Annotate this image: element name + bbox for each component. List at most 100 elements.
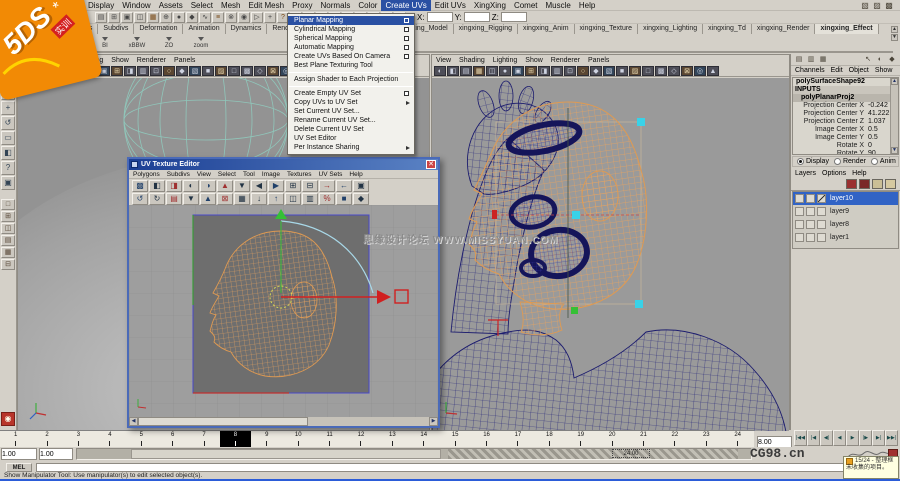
layout-button-icon[interactable]: ▤ [1,235,15,246]
layer-playback-toggle[interactable] [806,207,815,216]
channel-attribute-row[interactable]: Projection Center Y 41.222 [793,110,898,118]
channel-box-menu-item[interactable]: Show [875,67,893,74]
dropdown-menu-item[interactable]: Create UVs Based On Camera [288,52,414,61]
layer-row[interactable]: layer8 [793,218,898,231]
status-line-icon[interactable]: ▣ [121,11,133,23]
panel-menu-item[interactable]: Panels [174,57,195,64]
uv-toolbar-icon[interactable]: ◀ [251,179,267,192]
layer-editor-menu-item[interactable]: Help [852,170,866,177]
uv-editor-menu-item[interactable]: View [197,171,211,178]
menu-item[interactable]: Edit UVs [431,0,470,11]
uv-toolbar-icon[interactable]: ▦ [234,192,250,205]
panel-layout-icon[interactable]: ▤ [794,55,804,64]
viewport-toolbar-icon[interactable]: ○ [577,65,589,76]
uv-toolbar-icon[interactable]: ◑ [200,179,216,192]
frame-cell[interactable]: 5 [126,431,157,447]
dropdown-menu-item[interactable]: Per Instance Sharing [288,143,414,152]
frame-cell[interactable]: 1 [0,431,31,447]
viewport-toolbar-icon[interactable]: □ [642,65,654,76]
dropdown-menu-item[interactable]: Copy UVs to UV Set [288,98,414,107]
layer-mode-radio[interactable]: Display [797,158,829,165]
menu-item[interactable]: Proxy [288,0,316,11]
input-node-name[interactable]: polyPlanarProj2 [793,94,898,102]
status-line-icon[interactable]: ▷ [251,11,263,23]
uv-editor-menu-item[interactable]: UV Sets [319,171,343,178]
menu-item[interactable]: Help [575,0,599,11]
select-tool-icon[interactable]: ↖ [863,55,873,64]
scroll-up-icon[interactable]: ▲ [891,78,898,85]
viewport-toolbar-icon[interactable]: ◫ [486,65,498,76]
shelf-tab[interactable]: Dynamics [226,24,268,34]
shelf-scroll-up-icon[interactable]: ▲ [891,26,898,33]
status-line-icon[interactable]: ∿ [199,11,211,23]
mel-input[interactable] [36,462,874,472]
layer-display-type-toggle[interactable] [817,220,826,229]
viewport-toolbar-icon[interactable]: ⊡ [150,65,162,76]
new-layer-icon[interactable] [846,179,857,189]
viewport-toolbar-icon[interactable]: ⊠ [681,65,693,76]
shelf-item[interactable]: zoom [188,36,214,49]
viewport-toolbar-icon[interactable]: ▩ [655,65,667,76]
frame-cell[interactable]: 24 [722,431,753,447]
layer-editor-menu-item[interactable]: Layers [795,170,816,177]
option-box-icon[interactable] [404,91,409,96]
frame-cell[interactable]: 7 [188,431,219,447]
uv-toolbar-icon[interactable]: ▲ [200,192,216,205]
viewport-toolbar-icon[interactable]: ■ [616,65,628,76]
frame-cell[interactable]: 17 [502,431,533,447]
frame-cell[interactable]: 9 [251,431,282,447]
playback-button-icon[interactable]: ▶▶| [885,430,898,446]
status-line-icon[interactable]: ▤ [95,11,107,23]
viewport-toolbar-icon[interactable]: ◨ [538,65,550,76]
panel-menu-item[interactable]: Renderer [551,57,580,64]
viewport-toolbar-icon[interactable]: ▩ [241,65,253,76]
mel-button[interactable]: MEL [6,462,32,472]
frame-cell[interactable]: 3 [63,431,94,447]
status-line-icon[interactable]: ≡ [212,11,224,23]
menu-item[interactable]: XingXing [470,0,510,11]
viewport-toolbar-icon[interactable]: ▦ [473,65,485,76]
uv-toolbar-icon[interactable]: ◫ [285,192,301,205]
uv-toolbar-icon[interactable]: ▤ [166,192,182,205]
frame-cell[interactable]: 15 [439,431,470,447]
shelf-tab[interactable]: xingxing_Rigging [454,24,518,34]
viewport-toolbar-icon[interactable]: ■ [202,65,214,76]
layer-visibility-toggle[interactable] [795,220,804,229]
shelf-tab[interactable]: xingxing_Lighting [638,24,704,34]
layer-row[interactable]: layer10 [793,192,898,205]
uv-toolbar-icon[interactable]: ◆ [353,192,369,205]
dropdown-menu-item[interactable]: Delete Current UV Set [288,125,414,134]
shape-node-name[interactable]: polySurfaceShape92 [793,78,898,86]
frame-cell[interactable]: 19 [565,431,596,447]
dropdown-menu-item[interactable]: Create Empty UV Set [288,89,414,98]
viewport-toolbar-icon[interactable]: ▲ [707,65,719,76]
playback-button-icon[interactable]: ▶| [872,430,885,446]
shelf-tab[interactable]: xingxing_Anim [518,24,575,34]
tool-icon[interactable]: ↺ [1,116,15,130]
playback-button-icon[interactable]: |▶ [859,430,872,446]
viewport-toolbar-icon[interactable]: ⊠ [267,65,279,76]
layout-button-icon[interactable]: ◫ [1,223,15,234]
layer-mode-radio[interactable]: Anim [870,158,896,165]
viewport-toolbar-icon[interactable]: ▥ [137,65,149,76]
menu-item[interactable]: Edit Mesh [245,0,289,11]
projection-handle-icon[interactable] [571,307,578,314]
uv-toolbar-icon[interactable]: ↓ [251,192,267,205]
frame-cell[interactable]: 4 [94,431,125,447]
scroll-left-icon[interactable]: ◀ [129,417,138,426]
projection-handle-icon[interactable] [635,300,643,308]
uv-toolbar-icon[interactable]: ◧ [149,179,165,192]
frame-cell[interactable]: 18 [534,431,565,447]
viewport-toolbar-icon[interactable]: ◎ [694,65,706,76]
layer-playback-toggle[interactable] [806,220,815,229]
viewport-toolbar-icon[interactable]: ▧ [603,65,615,76]
layout-button-icon[interactable]: □ [1,199,15,210]
frame-cell[interactable]: 12 [345,431,376,447]
menu-item[interactable]: Comet [510,0,542,11]
layer-row[interactable]: layer9 [793,205,898,218]
frame-cell[interactable]: 10 [283,431,314,447]
status-line-icon[interactable]: ◆ [186,11,198,23]
panel-menu-item[interactable]: Renderer [137,57,166,64]
close-icon[interactable]: ✕ [426,160,436,169]
range-start-input[interactable] [1,448,37,460]
